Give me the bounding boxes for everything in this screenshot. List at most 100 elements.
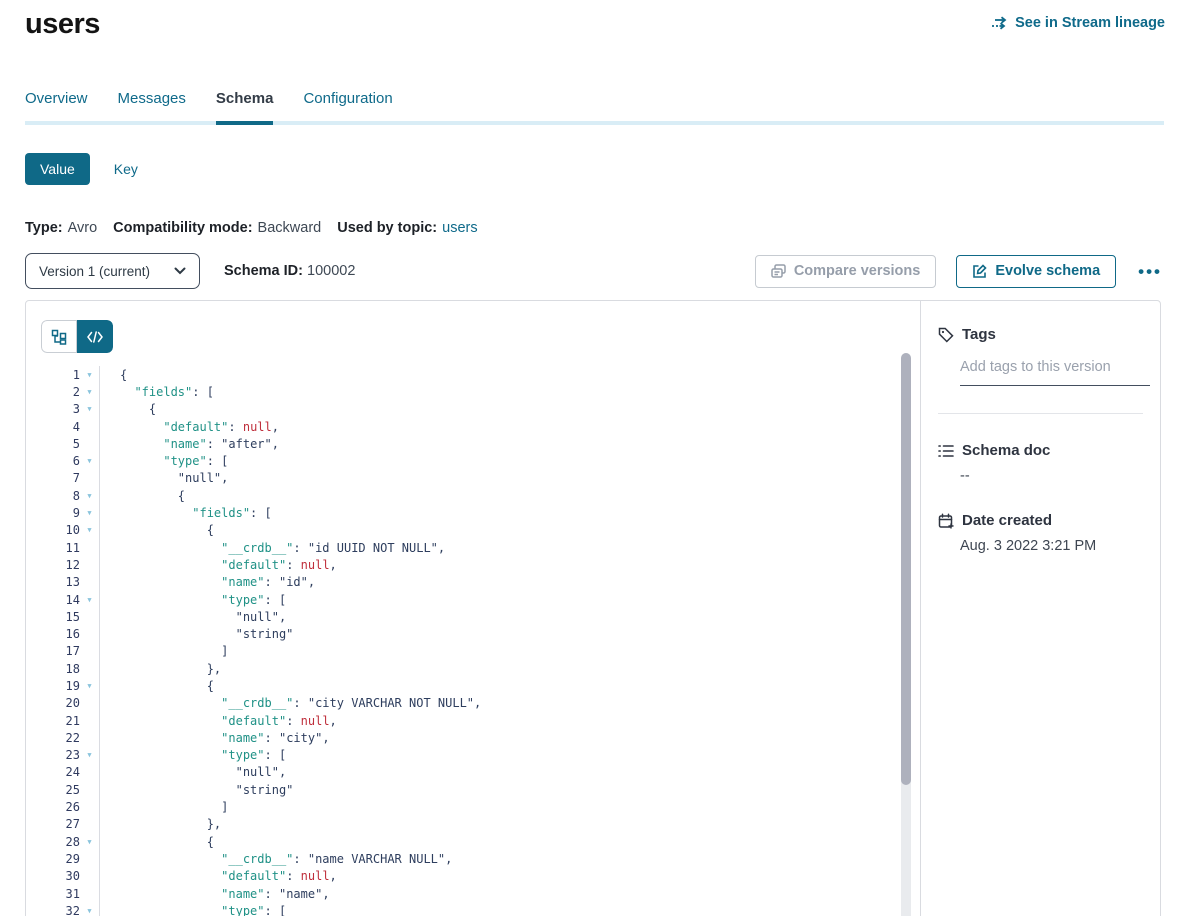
- sidebar-divider: [938, 413, 1143, 414]
- collapse-caret-icon[interactable]: ▼: [80, 751, 99, 759]
- line-number: 14: [41, 593, 80, 607]
- line-content: {: [99, 835, 214, 849]
- line-number: 8: [41, 489, 80, 503]
- code-line: 30 "default": null,: [41, 868, 920, 885]
- collapse-caret-icon[interactable]: ▼: [80, 526, 99, 534]
- line-number: 27: [41, 817, 80, 831]
- code-line: 24 "null",: [41, 764, 920, 781]
- code-line: 8▼ {: [41, 487, 920, 504]
- collapse-caret-icon[interactable]: ▼: [80, 405, 99, 413]
- code-line: 14▼ "type": [: [41, 591, 920, 608]
- schema-sidebar: Tags Schema doc --: [920, 301, 1160, 916]
- code-editor: 1▼{2▼ "fields": [3▼ {4 "default": null,5…: [41, 366, 920, 916]
- line-content: "type": [: [99, 593, 286, 607]
- collapse-caret-icon[interactable]: ▼: [80, 457, 99, 465]
- line-number: 13: [41, 575, 80, 589]
- collapse-caret-icon[interactable]: ▼: [80, 388, 99, 396]
- line-number: 7: [41, 471, 80, 485]
- line-number: 3: [41, 402, 80, 416]
- code-line: 18 },: [41, 660, 920, 677]
- tab-schema[interactable]: Schema: [216, 90, 274, 121]
- chevron-down-icon: [174, 267, 186, 275]
- line-content: {: [99, 679, 214, 693]
- collapse-caret-icon[interactable]: ▼: [80, 596, 99, 604]
- value-toggle-button[interactable]: Value: [25, 153, 90, 185]
- evolve-schema-button[interactable]: Evolve schema: [956, 255, 1116, 288]
- line-number: 4: [41, 420, 80, 434]
- calendar-icon: [938, 513, 954, 529]
- tree-view-button[interactable]: [41, 320, 77, 353]
- collapse-caret-icon[interactable]: ▼: [80, 492, 99, 500]
- collapse-caret-icon[interactable]: ▼: [80, 682, 99, 690]
- line-content: "name": "city",: [99, 731, 330, 745]
- schema-id-value: 100002: [307, 263, 355, 279]
- code-line: 20 "__crdb__": "city VARCHAR NOT NULL",: [41, 695, 920, 712]
- line-number: 25: [41, 783, 80, 797]
- collapse-caret-icon[interactable]: ▼: [80, 907, 99, 915]
- meta-type: Type:Avro: [25, 220, 97, 236]
- compare-versions-button[interactable]: Compare versions: [755, 255, 937, 288]
- schema-doc-section: Schema doc --: [938, 442, 1146, 484]
- line-number: 1: [41, 368, 80, 382]
- tab-messages[interactable]: Messages: [118, 90, 186, 121]
- edit-icon: [972, 264, 987, 279]
- scrollbar-thumb[interactable]: [901, 353, 911, 785]
- tags-title: Tags: [962, 326, 996, 343]
- version-select-value: Version 1 (current): [39, 264, 150, 279]
- line-number: 31: [41, 887, 80, 901]
- compat-label: Compatibility mode:: [113, 220, 252, 236]
- collapse-caret-icon[interactable]: ▼: [80, 509, 99, 517]
- schema-meta: Type:Avro Compatibility mode:Backward Us…: [25, 220, 478, 236]
- line-number: 30: [41, 869, 80, 883]
- line-content: "__crdb__": "id UUID NOT NULL",: [99, 541, 445, 555]
- code-line: 21 "default": null,: [41, 712, 920, 729]
- line-number: 6: [41, 454, 80, 468]
- topic-link[interactable]: users: [442, 220, 477, 236]
- schema-doc-title: Schema doc: [962, 442, 1050, 459]
- code-line: 5 "name": "after",: [41, 435, 920, 452]
- line-content: {: [99, 402, 156, 416]
- tab-overview[interactable]: Overview: [25, 90, 88, 121]
- line-number: 15: [41, 610, 80, 624]
- collapse-caret-icon[interactable]: ▼: [80, 838, 99, 846]
- key-toggle-button[interactable]: Key: [114, 161, 138, 177]
- line-content: "default": null,: [99, 714, 337, 728]
- schema-id: Schema ID: 100002: [224, 263, 355, 279]
- version-select[interactable]: Version 1 (current): [25, 253, 200, 289]
- schema-doc-value: --: [960, 468, 1146, 484]
- code-view-button[interactable]: [77, 320, 113, 353]
- more-actions-button[interactable]: •••: [1136, 263, 1164, 280]
- scrollbar-track[interactable]: [901, 353, 911, 916]
- line-content: "null",: [99, 610, 286, 624]
- code-line: 29 "__crdb__": "name VARCHAR NULL",: [41, 850, 920, 867]
- line-content: "__crdb__": "name VARCHAR NULL",: [99, 852, 452, 866]
- tab-bar: Overview Messages Schema Configuration: [25, 90, 1164, 125]
- line-content: },: [99, 817, 221, 831]
- collapse-caret-icon[interactable]: ▼: [80, 371, 99, 379]
- code-line: 2▼ "fields": [: [41, 383, 920, 400]
- line-content: "fields": [: [99, 385, 214, 399]
- schema-page: users See in Stream lineage Overview Mes…: [0, 0, 1189, 916]
- line-number: 16: [41, 627, 80, 641]
- code-line: 11 "__crdb__": "id UUID NOT NULL",: [41, 539, 920, 556]
- type-value: Avro: [68, 220, 98, 236]
- code-line: 22 "name": "city",: [41, 729, 920, 746]
- line-content: "name": "after",: [99, 437, 279, 451]
- line-content: {: [99, 523, 214, 537]
- date-created-title: Date created: [962, 512, 1052, 529]
- date-created-section: Date created Aug. 3 2022 3:21 PM: [938, 512, 1146, 554]
- add-tags-input[interactable]: [960, 353, 1150, 386]
- tag-icon: [938, 327, 954, 343]
- code-line: 27 },: [41, 816, 920, 833]
- line-content: "fields": [: [99, 506, 272, 520]
- stream-lineage-link[interactable]: See in Stream lineage: [991, 15, 1165, 31]
- line-number: 29: [41, 852, 80, 866]
- page-title: users: [25, 8, 100, 41]
- code-view-icon: [87, 331, 103, 343]
- code-line: 19▼ {: [41, 677, 920, 694]
- line-content: "null",: [99, 765, 286, 779]
- code-line: 10▼ {: [41, 522, 920, 539]
- code-line: 16 "string": [41, 625, 920, 642]
- line-number: 19: [41, 679, 80, 693]
- tab-configuration[interactable]: Configuration: [303, 90, 392, 121]
